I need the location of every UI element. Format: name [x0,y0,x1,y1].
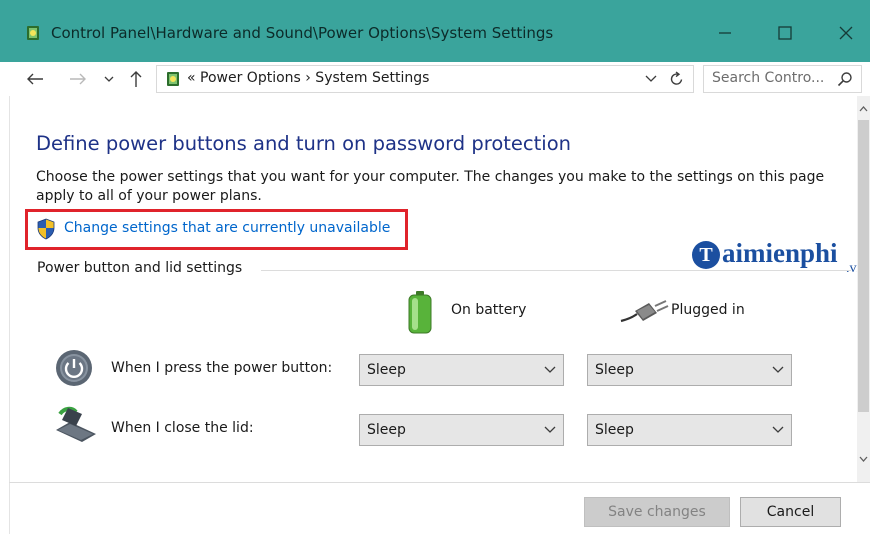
page-description: Choose the power settings that you want … [36,169,825,204]
title-bar: Control Panel\Hardware and Sound\Power O… [0,0,870,62]
close-lid-on-battery-select[interactable]: Sleep [359,414,564,446]
chevron-down-icon [645,75,657,82]
chevron-up-icon [859,106,868,112]
plug-icon [620,300,669,323]
power-button-icon [56,350,92,386]
up-button[interactable] [122,66,150,92]
section-divider [261,270,851,271]
battery-icon [408,291,432,334]
close-lid-on-battery-value: Sleep [367,422,406,438]
cancel-button[interactable]: Cancel [740,497,841,527]
section-heading: Power button and lid settings [37,260,243,276]
close-lid-plugged-in-value: Sleep [595,422,634,438]
forward-arrow-icon [70,73,86,85]
refresh-button[interactable] [664,67,690,91]
address-dropdown-button[interactable] [640,67,662,91]
search-icon [837,72,852,87]
maximize-icon [778,26,792,40]
recent-locations-button[interactable] [100,66,118,92]
search-input[interactable]: Search Contro... [703,65,862,93]
save-changes-button[interactable]: Save changes [584,497,730,527]
back-arrow-icon [27,73,43,85]
chevron-down-icon [772,426,784,433]
vertical-scrollbar[interactable] [857,96,870,482]
footer-divider [9,482,870,483]
close-icon [839,26,853,40]
power-button-on-battery-value: Sleep [367,362,406,378]
power-button-plugged-in-select[interactable]: Sleep [587,354,792,386]
power-button-on-battery-select[interactable]: Sleep [359,354,564,386]
watermark-letter: T [692,241,720,269]
chevron-down-icon [772,366,784,373]
maximize-button[interactable] [762,10,808,56]
plugged-in-header: Plugged in [671,302,745,318]
close-button[interactable] [823,10,869,56]
breadcrumb[interactable]: « Power Options › System Settings [187,70,429,86]
watermark-name: aimienphi [722,238,838,268]
power-options-icon [27,26,39,40]
search-placeholder: Search Contro... [712,70,825,86]
chevron-down-icon [544,366,556,373]
close-lid-plugged-in-select[interactable]: Sleep [587,414,792,446]
laptop-lid-icon [56,406,96,442]
forward-button[interactable] [64,66,92,92]
main-content: Define power buttons and turn on passwor… [9,96,864,482]
watermark-logo: T aimienphi .vn [689,231,864,281]
chevron-down-icon [544,426,556,433]
minimize-icon [719,32,731,34]
address-field[interactable]: « Power Options › System Settings [156,65,694,93]
minimize-button[interactable] [702,10,748,56]
window-title: Control Panel\Hardware and Sound\Power O… [51,24,554,42]
change-settings-link[interactable]: Change settings that are currently unava… [64,220,390,236]
power-button-label: When I press the power button: [111,360,333,376]
chevron-down-icon [859,456,868,462]
power-button-plugged-in-value: Sleep [595,362,634,378]
refresh-icon [670,71,683,85]
close-lid-label: When I close the lid: [111,420,254,436]
scroll-down-button[interactable] [857,452,870,466]
page-title: Define power buttons and turn on passwor… [36,132,571,155]
chevron-down-icon [104,76,114,82]
power-options-icon [167,72,179,86]
navigation-bar: « Power Options › System Settings Search… [0,62,870,96]
uac-shield-icon [37,218,55,240]
scroll-up-button[interactable] [857,102,870,116]
up-arrow-icon [130,71,142,87]
scroll-thumb[interactable] [858,120,869,412]
back-button[interactable] [20,66,50,92]
on-battery-header: On battery [451,302,527,318]
